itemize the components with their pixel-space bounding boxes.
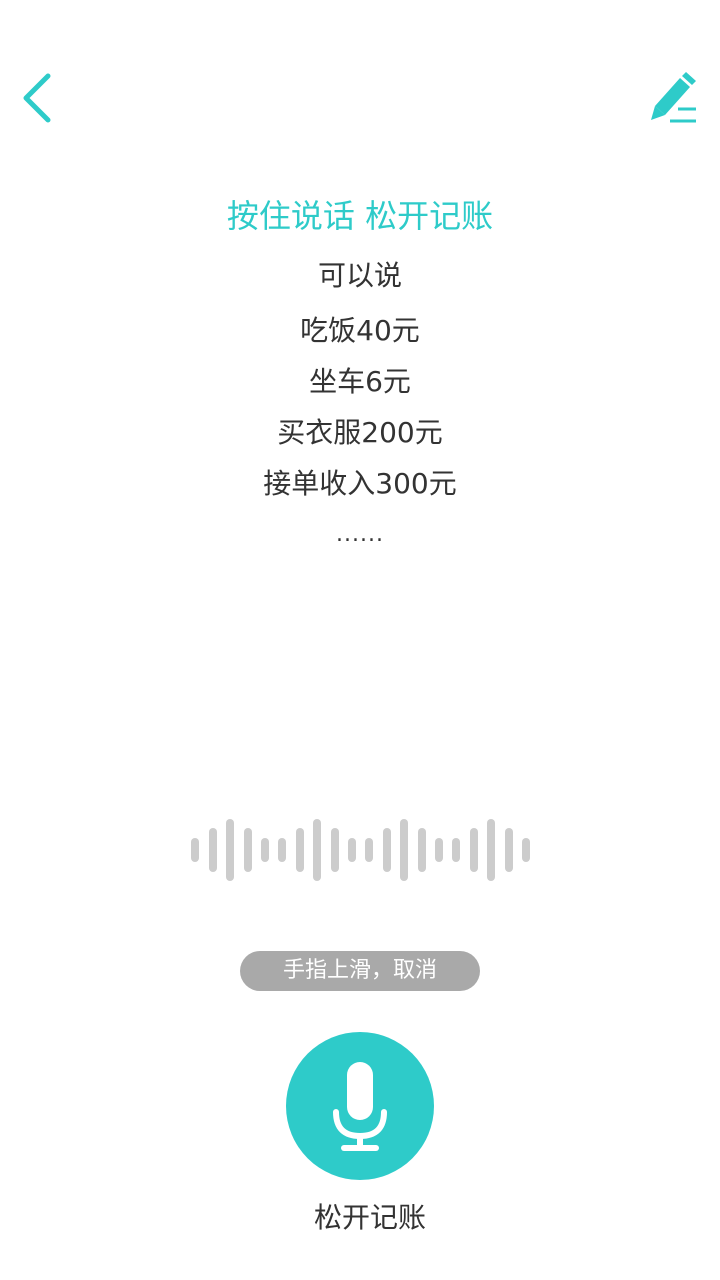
chevron-left-icon [23,73,51,123]
example-list: 吃饭40元 坐车6元 买衣服200元 接单收入300元 [0,312,720,516]
edit-button[interactable] [644,66,704,130]
cancel-hint-badge: 手指上滑，取消 [240,951,480,991]
microphone-icon [333,1062,387,1151]
pencil-icon [651,72,696,123]
example-item: 接单收入300元 [263,467,457,500]
voice-waveform-icon [191,819,530,881]
back-button[interactable] [14,68,70,128]
more-examples-ellipsis: ...... [336,522,384,547]
example-item: 买衣服200元 [277,416,443,449]
example-item: 坐车6元 [309,365,411,398]
instruction-headline: 按住说话 松开记账 [226,197,494,235]
hint-label: 可以说 [317,259,402,292]
example-item: 吃饭40元 [300,314,420,347]
release-to-record-label: 松开记账 [313,1201,426,1234]
record-voice-button[interactable] [286,1032,434,1180]
